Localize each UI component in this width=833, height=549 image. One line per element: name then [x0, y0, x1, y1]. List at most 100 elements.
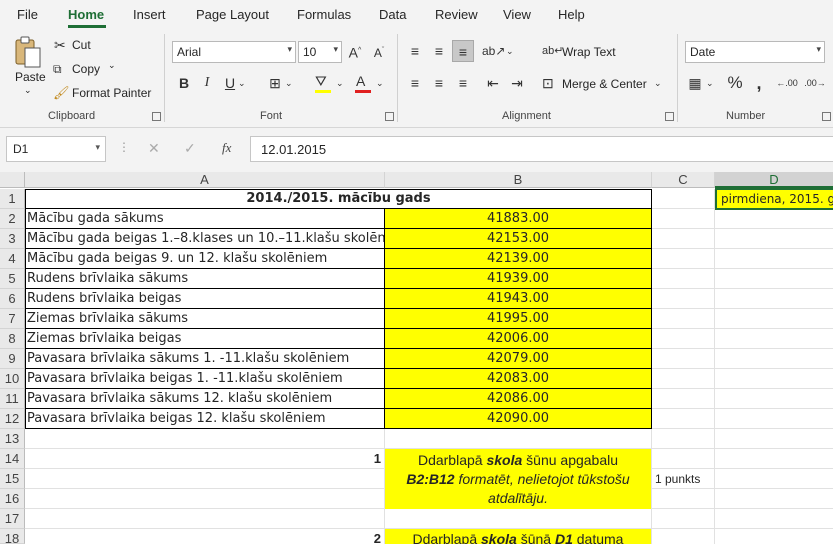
value-cell[interactable]: 41995.00	[385, 309, 651, 328]
column-header-d[interactable]: D	[715, 172, 833, 188]
insert-function-icon[interactable]: fx	[222, 140, 231, 156]
row-header[interactable]: 8	[0, 329, 25, 349]
value-cell[interactable]: 42139.00	[385, 249, 651, 268]
row-header[interactable]: 1	[0, 189, 25, 209]
row-header[interactable]: 10	[0, 369, 25, 389]
font-color-button[interactable]: A	[352, 72, 374, 94]
task2-instruction[interactable]: Ddarblapā skola šūnā D1 datuma	[385, 529, 651, 544]
value-cell[interactable]: 42079.00	[385, 349, 651, 368]
formula-input[interactable]: 12.01.2015	[250, 136, 833, 162]
column-header-b[interactable]: B	[385, 172, 652, 188]
task-number[interactable]: 2	[25, 529, 383, 544]
accounting-format-icon[interactable]: ▦	[684, 72, 706, 94]
wrap-text-button[interactable]: Wrap Text	[562, 45, 616, 59]
value-cell[interactable]: 42086.00	[385, 389, 651, 408]
alignment-launcher-icon[interactable]	[665, 112, 674, 121]
row-header[interactable]: 9	[0, 349, 25, 369]
decrease-font-icon[interactable]: Aˇ	[368, 40, 390, 62]
borders-icon[interactable]: ⊞	[264, 72, 286, 94]
orientation-dropdown-icon[interactable]: ⌄	[506, 42, 514, 60]
decrease-indent-icon[interactable]: ⇤	[482, 72, 504, 94]
value-cell[interactable]: 41883.00	[385, 209, 651, 228]
value-cell[interactable]: 41943.00	[385, 289, 651, 308]
orientation-icon[interactable]: ab↗	[482, 40, 505, 62]
accounting-dropdown-icon[interactable]: ⌄	[706, 74, 714, 92]
tab-home[interactable]: Home	[68, 7, 104, 22]
tab-file[interactable]: File	[17, 7, 38, 22]
select-all-corner[interactable]	[0, 172, 25, 188]
align-bottom-icon[interactable]: ≡	[452, 40, 474, 62]
label-cell[interactable]: Mācību gada beigas 1.–8.klases un 10.–11…	[25, 229, 384, 248]
align-top-icon[interactable]: ≡	[404, 40, 426, 62]
number-format-select[interactable]: Date ▾	[685, 41, 825, 63]
label-cell[interactable]: Mācību gada sākums	[25, 209, 384, 228]
copy-button[interactable]: Copy	[72, 62, 100, 76]
row-header[interactable]: 15	[0, 469, 25, 489]
align-middle-icon[interactable]: ≡	[428, 40, 450, 62]
align-left-icon[interactable]: ≡	[404, 72, 426, 94]
row-header[interactable]: 3	[0, 229, 25, 249]
row-header[interactable]: 16	[0, 489, 25, 509]
row-header[interactable]: 14	[0, 449, 25, 469]
row-header[interactable]: 17	[0, 509, 25, 529]
row-header[interactable]: 5	[0, 269, 25, 289]
font-launcher-icon[interactable]	[385, 112, 394, 121]
name-box[interactable]: D1 ▾	[6, 136, 106, 162]
fill-color-button[interactable]: ⛛	[312, 72, 334, 94]
tab-data[interactable]: Data	[379, 7, 406, 22]
enter-icon[interactable]: ✓	[184, 140, 196, 157]
row-header[interactable]: 13	[0, 429, 25, 449]
value-cell[interactable]: 42006.00	[385, 329, 651, 348]
row-header[interactable]: 2	[0, 209, 25, 229]
label-cell[interactable]: Rudens brīvlaika sākums	[25, 269, 384, 288]
label-cell[interactable]: Pavasara brīvlaika sākums 1. -11.klašu s…	[25, 349, 384, 368]
clipboard-launcher-icon[interactable]	[152, 112, 161, 121]
italic-icon[interactable]: I	[196, 72, 218, 94]
value-cell[interactable]: 41939.00	[385, 269, 651, 288]
row-header[interactable]: 6	[0, 289, 25, 309]
column-header-c[interactable]: C	[652, 172, 715, 188]
task-number[interactable]: 1	[25, 449, 383, 469]
value-cell[interactable]: 42153.00	[385, 229, 651, 248]
fill-dropdown-icon[interactable]: ⌄	[336, 74, 344, 92]
format-painter-button[interactable]: Format Painter	[72, 86, 151, 100]
task1-instruction[interactable]: Ddarblapā skola šūnu apgabalu B2:B12 for…	[385, 449, 651, 509]
merge-center-button[interactable]: Merge & Center	[562, 77, 647, 91]
label-cell[interactable]: Mācību gada beigas 9. un 12. klašu skolē…	[25, 249, 384, 268]
selected-cell-d1[interactable]: pirmdiena, 2015. g	[715, 188, 833, 210]
label-cell[interactable]: Ziemas brīvlaika beigas	[25, 329, 384, 348]
column-header-a[interactable]: A	[25, 172, 385, 188]
points-cell[interactable]: 1 punkts	[653, 469, 715, 489]
spreadsheet-grid[interactable]: A B C D 1 2 3 4 5 6 7 8 9 10 11 12 13 14…	[0, 172, 833, 546]
increase-indent-icon[interactable]: ⇥	[506, 72, 528, 94]
comma-style-icon[interactable]: ,	[748, 72, 770, 94]
font-name-select[interactable]: Arial ▾	[172, 41, 296, 63]
paste-dropdown-icon[interactable]: ⌄	[24, 85, 32, 96]
align-right-icon[interactable]: ≡	[452, 72, 474, 94]
font-size-select[interactable]: 10 ▾	[298, 41, 342, 63]
percent-style-icon[interactable]: %	[724, 72, 746, 94]
drag-handle-icon[interactable]: ⋮	[118, 140, 130, 154]
tab-insert[interactable]: Insert	[133, 7, 166, 22]
tab-review[interactable]: Review	[435, 7, 478, 22]
underline-dropdown-icon[interactable]: ⌄	[238, 74, 246, 92]
label-cell[interactable]: Pavasara brīvlaika beigas 1. -11.klašu s…	[25, 369, 384, 388]
cancel-icon[interactable]: ✕	[148, 140, 160, 157]
decrease-decimal-icon[interactable]: .00→	[804, 72, 826, 94]
align-center-icon[interactable]: ≡	[428, 72, 450, 94]
row-header[interactable]: 7	[0, 309, 25, 329]
tab-formulas[interactable]: Formulas	[297, 7, 351, 22]
value-cell[interactable]: 42090.00	[385, 409, 651, 428]
bold-icon[interactable]: B	[173, 72, 195, 94]
label-cell[interactable]: Rudens brīvlaika beigas	[25, 289, 384, 308]
row-header[interactable]: 12	[0, 409, 25, 429]
number-launcher-icon[interactable]	[822, 112, 831, 121]
paste-button[interactable]	[12, 36, 48, 70]
cut-button[interactable]: Cut	[72, 38, 91, 52]
tab-view[interactable]: View	[503, 7, 531, 22]
row-header[interactable]: 4	[0, 249, 25, 269]
value-cell[interactable]: 42083.00	[385, 369, 651, 388]
merge-dropdown-icon[interactable]: ⌄	[654, 74, 662, 92]
label-cell[interactable]: Ziemas brīvlaika sākums	[25, 309, 384, 328]
row-header[interactable]: 11	[0, 389, 25, 409]
